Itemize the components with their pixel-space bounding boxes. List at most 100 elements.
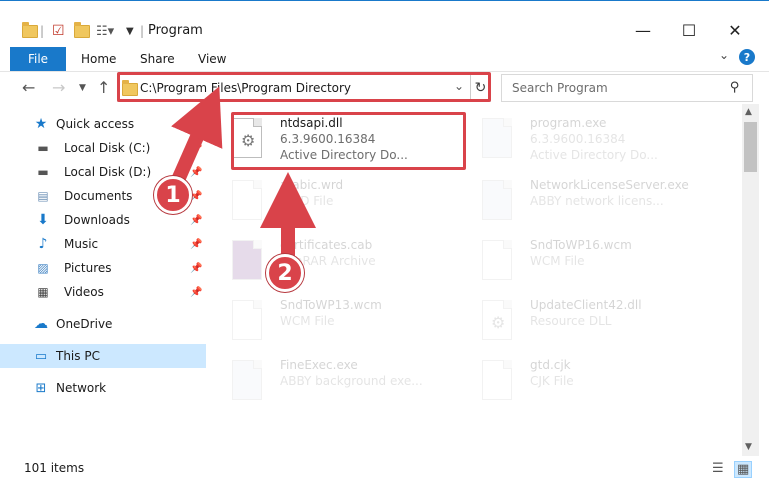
step-badge-1: 1 (154, 176, 192, 214)
pin-icon[interactable]: 📌 (190, 215, 202, 226)
videos-icon: ▦ (37, 285, 49, 299)
scroll-thumb[interactable] (744, 122, 757, 172)
sidebar-item-label: Quick access (56, 117, 135, 131)
tab-home[interactable]: Home (81, 52, 116, 66)
pin-icon[interactable]: 📌 (190, 287, 202, 298)
file-name: UpdateClient42.dll (530, 298, 642, 312)
file-highlight-box (231, 112, 466, 170)
file-type: ABBY background exe... (280, 374, 423, 388)
pictures-icon: ▨ (37, 261, 49, 275)
help-button[interactable]: ? (739, 49, 755, 65)
quick-access-dropdown-icon[interactable]: ▼ (126, 21, 134, 41)
scroll-down-icon[interactable]: ▼ (745, 442, 752, 452)
new-folder-icon[interactable] (74, 21, 90, 41)
file-name: NetworkLicenseServer.exe (530, 178, 689, 192)
sidebar-item-local-disk-c[interactable]: ▬ Local Disk (C:) 📌 (0, 136, 206, 160)
pin-icon[interactable]: 📌 (190, 143, 202, 154)
sidebar-item-label: Downloads (64, 213, 130, 227)
file-type: WCM File (530, 254, 585, 268)
file-name: arabic.wrd (280, 178, 344, 192)
tab-view[interactable]: View (198, 52, 226, 66)
file-item[interactable]: certificates.cab WinRAR Archive (206, 232, 446, 288)
sidebar-item-videos[interactable]: ▦ Videos 📌 (0, 280, 206, 304)
sidebar-item-label: Pictures (64, 261, 112, 275)
large-icons-view-icon[interactable]: ▦ (734, 461, 753, 478)
pin-icon[interactable]: 📌 (190, 167, 202, 178)
file-name: SndToWP13.wcm (280, 298, 382, 312)
file-description: Active Directory Do... (530, 148, 658, 162)
pin-icon[interactable]: 📌 (190, 239, 202, 250)
minimize-button[interactable]: — (620, 15, 666, 45)
computer-icon: ▭ (34, 348, 48, 364)
file-item[interactable]: gtd.cjk CJK File (456, 352, 696, 408)
vertical-scrollbar[interactable]: ▲ ▼ (742, 104, 759, 456)
file-type: Resource DLL (530, 314, 612, 328)
title-bar: | ☑ ☷▾ ▼ | Program — ☐ ✕ (0, 0, 769, 44)
sidebar-item-onedrive[interactable]: ☁ OneDrive (0, 312, 206, 336)
file-icon (232, 300, 268, 342)
search-input[interactable]: Search Program ⚲ (501, 74, 753, 102)
file-item[interactable]: program.exe 6.3.9600.16384 Active Direct… (456, 110, 696, 166)
file-name: FineExec.exe (280, 358, 358, 372)
scroll-up-icon[interactable]: ▲ (745, 107, 752, 117)
star-icon: ★ (34, 116, 48, 132)
folder-icon[interactable] (22, 21, 38, 41)
maximize-button[interactable]: ☐ (666, 15, 712, 45)
file-type: ABBY network licens... (530, 194, 664, 208)
close-button[interactable]: ✕ (712, 15, 758, 45)
sidebar-item-label: Videos (64, 285, 104, 299)
up-arrow-icon[interactable]: ↑ (97, 78, 110, 97)
customize-icon[interactable]: ☷▾ (96, 21, 114, 41)
documents-icon: ▤ (37, 189, 49, 203)
properties-icon[interactable]: ☑ (52, 21, 65, 41)
back-arrow-icon[interactable]: ← (22, 78, 35, 97)
drive-icon: ▬ (37, 141, 49, 155)
downloads-icon: ⬇ (37, 212, 49, 228)
search-icon[interactable]: ⚲ (730, 80, 740, 95)
pin-icon[interactable]: 📌 (190, 263, 202, 274)
window-title: Program (148, 23, 203, 38)
file-item[interactable]: SndToWP13.wcm WCM File (206, 292, 446, 348)
sidebar-item-pictures[interactable]: ▨ Pictures 📌 (0, 256, 206, 280)
tab-file[interactable]: File (10, 47, 66, 71)
file-item[interactable]: NetworkLicenseServer.exe ABBY network li… (456, 172, 696, 228)
step-badge-2: 2 (266, 254, 304, 292)
exe-file-icon (232, 360, 268, 402)
search-placeholder: Search Program (512, 81, 608, 95)
expand-ribbon-icon[interactable]: ⌄ (719, 48, 729, 62)
music-icon: ♪ (38, 236, 48, 252)
drive-icon: ▬ (37, 165, 49, 179)
sidebar-item-music[interactable]: ♪ Music 📌 (0, 232, 206, 256)
sidebar-item-label: Local Disk (D:) (64, 165, 152, 179)
address-highlight-box (117, 72, 491, 102)
cloud-icon: ☁ (34, 316, 48, 332)
details-view-icon[interactable]: ☰ (712, 461, 724, 476)
file-name: program.exe (530, 116, 607, 130)
network-icon: ⊞ (35, 380, 47, 396)
tab-share[interactable]: Share (140, 52, 175, 66)
recent-locations-icon[interactable]: ▼ (79, 83, 86, 93)
forward-arrow-icon[interactable]: → (52, 78, 65, 97)
sidebar-item-label: Documents (64, 189, 133, 203)
item-count: 101 items (24, 461, 85, 475)
exe-file-icon (482, 118, 518, 160)
dll-file-icon: ⚙ (482, 300, 518, 342)
sidebar-item-label: Local Disk (C:) (64, 141, 151, 155)
sidebar-item-quick-access[interactable]: ★ Quick access (0, 112, 206, 136)
sidebar-item-this-pc[interactable]: ▭ This PC (0, 344, 206, 368)
file-name: SndToWP16.wcm (530, 238, 632, 252)
sidebar-item-label: OneDrive (56, 317, 113, 331)
file-type: CJK File (530, 374, 574, 388)
file-item[interactable]: FineExec.exe ABBY background exe... (206, 352, 446, 408)
file-item[interactable]: arabic.wrd WRD File (206, 172, 446, 228)
navigation-pane: ★ Quick access ▬ Local Disk (C:) 📌 ▬ Loc… (0, 104, 206, 456)
file-item[interactable]: ⚙ UpdateClient42.dll Resource DLL (456, 292, 696, 348)
file-item[interactable]: SndToWP16.wcm WCM File (456, 232, 696, 288)
file-name: gtd.cjk (530, 358, 571, 372)
sidebar-item-label: Music (64, 237, 99, 251)
file-type: WRD File (280, 194, 334, 208)
sidebar-item-network[interactable]: ⊞ Network (0, 376, 206, 400)
file-name: certificates.cab (280, 238, 373, 252)
status-bar: 101 items ☰ ▦ (0, 456, 769, 480)
separator: | (40, 24, 45, 38)
